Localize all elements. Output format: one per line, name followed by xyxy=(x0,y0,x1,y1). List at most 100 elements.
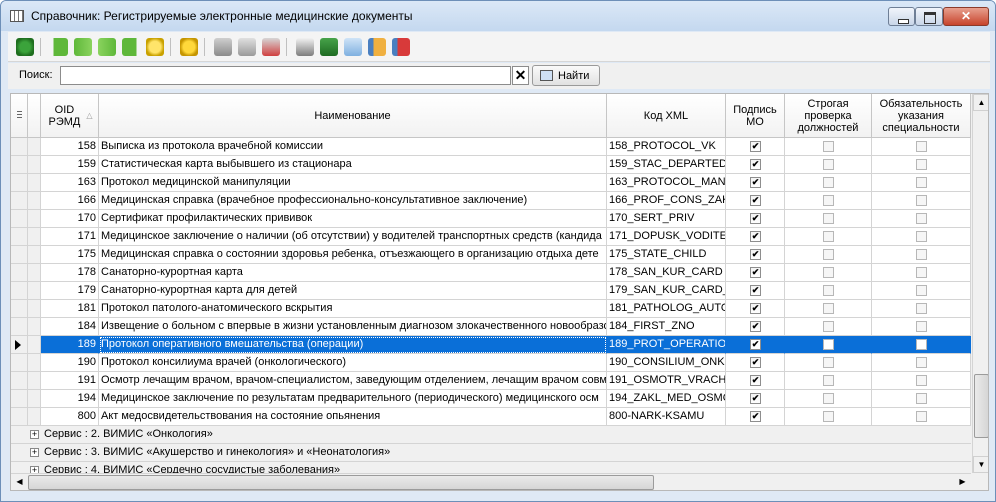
cell-code[interactable]: 175_STATE_CHILD xyxy=(607,246,726,264)
row-indicator[interactable] xyxy=(11,318,28,336)
group-row[interactable]: + Сервис : 2. ВИМИС «Онкология» xyxy=(11,426,971,444)
minimize-button[interactable] xyxy=(888,7,915,26)
row-indicator[interactable] xyxy=(11,156,28,174)
cell-oid[interactable]: 170 xyxy=(41,210,99,228)
table-row[interactable]: 170 Сертификат профилактических прививок 1… xyxy=(11,210,971,228)
cell-name[interactable]: Медицинское заключение по результатам пр… xyxy=(99,390,607,408)
column-header-sign[interactable]: Подпись МО xyxy=(726,94,785,138)
cell-code[interactable]: 189_PROT_OPERATION xyxy=(607,336,726,354)
cell-code[interactable]: 800-NARK-KSAMU xyxy=(607,408,726,426)
find-button[interactable]: Найти xyxy=(532,65,600,86)
cell-name[interactable]: Акт медосвидетельствования на состояние … xyxy=(99,408,607,426)
vertical-scrollbar[interactable]: ▲ ▼ xyxy=(972,94,988,473)
strict-checkbox[interactable] xyxy=(823,249,834,260)
row-indicator[interactable] xyxy=(11,228,28,246)
spec-checkbox[interactable] xyxy=(916,321,927,332)
cell-code[interactable]: 190_CONSILIUM_ONKO xyxy=(607,354,726,372)
strict-checkbox[interactable] xyxy=(823,231,834,242)
strict-checkbox[interactable] xyxy=(823,393,834,404)
row-indicator[interactable] xyxy=(11,300,28,318)
row-indicator[interactable] xyxy=(11,372,28,390)
spec-checkbox[interactable] xyxy=(916,303,927,314)
table-row[interactable]: 190 Протокол консилиума врачей (онкологич… xyxy=(11,354,971,372)
cell-oid[interactable]: 190 xyxy=(41,354,99,372)
table-row[interactable]: 163 Протокол медицинской манипуляции 163_P… xyxy=(11,174,971,192)
strict-checkbox[interactable] xyxy=(823,375,834,386)
sign-checkbox[interactable] xyxy=(750,339,761,350)
table-row[interactable]: 171 Медицинское заключение о наличии (об … xyxy=(11,228,971,246)
cell-code[interactable]: 171_DOPUSK_VODITEL xyxy=(607,228,726,246)
spec-checkbox[interactable] xyxy=(916,195,927,206)
cell-oid[interactable]: 163 xyxy=(41,174,99,192)
column-header-spec[interactable]: Обязательность указания специальности xyxy=(872,94,971,138)
strict-checkbox[interactable] xyxy=(823,339,834,350)
table-row[interactable]: 181 Протокол патолого-анатомического вскр… xyxy=(11,300,971,318)
title-bar[interactable]: Справочник: Регистрируемые электронные м… xyxy=(1,1,995,31)
cell-oid[interactable]: 171 xyxy=(41,228,99,246)
spec-checkbox[interactable] xyxy=(916,213,927,224)
horizontal-scrollbar[interactable]: ◀ ▶ xyxy=(11,473,971,490)
sign-checkbox[interactable] xyxy=(750,285,761,296)
expand-plus-icon[interactable]: + xyxy=(30,430,39,439)
cell-name[interactable]: Санаторно-курортная карта xyxy=(99,264,607,282)
cell-name[interactable]: Протокол оперативного вмешательства (опе… xyxy=(99,336,607,354)
cell-name[interactable]: Санаторно-курортная карта для детей xyxy=(99,282,607,300)
table-row[interactable]: 189 Протокол оперативного вмешательства (… xyxy=(11,336,971,354)
sign-checkbox[interactable] xyxy=(750,375,761,386)
cell-name[interactable]: Медицинское заключение о наличии (об отс… xyxy=(99,228,607,246)
row-indicator[interactable] xyxy=(11,390,28,408)
cell-oid[interactable]: 800 xyxy=(41,408,99,426)
cell-name[interactable]: Осмотр лечащим врачом, врачом-специалист… xyxy=(99,372,607,390)
strict-checkbox[interactable] xyxy=(823,321,834,332)
row-indicator[interactable] xyxy=(11,192,28,210)
strict-checkbox[interactable] xyxy=(823,357,834,368)
cell-oid[interactable]: 178 xyxy=(41,264,99,282)
search-input[interactable] xyxy=(60,66,511,85)
table-row[interactable]: 184 Извещение о больном с впервые в жизни… xyxy=(11,318,971,336)
spec-checkbox[interactable] xyxy=(916,393,927,404)
filter-icon[interactable] xyxy=(214,38,232,56)
table-row[interactable]: 178 Санаторно-курортная карта 178_SAN_KUR_… xyxy=(11,264,971,282)
sign-checkbox[interactable] xyxy=(750,195,761,206)
table-row[interactable]: 194 Медицинское заключение по результатам… xyxy=(11,390,971,408)
column-header-oid[interactable]: OID РЭМД △ xyxy=(41,94,99,138)
table-row[interactable]: 179 Санаторно-курортная карта для детей 17… xyxy=(11,282,971,300)
cell-name[interactable]: Медицинская справка (врачебное профессио… xyxy=(99,192,607,210)
cell-name[interactable]: Извещение о больном с впервые в жизни ус… xyxy=(99,318,607,336)
spec-checkbox[interactable] xyxy=(916,177,927,188)
cell-code[interactable]: 179_SAN_KUR_CARD_D xyxy=(607,282,726,300)
cell-oid[interactable]: 179 xyxy=(41,282,99,300)
cell-name[interactable]: Протокол медицинской манипуляции xyxy=(99,174,607,192)
cell-oid[interactable]: 166 xyxy=(41,192,99,210)
table-row[interactable]: 166 Медицинская справка (врачебное профес… xyxy=(11,192,971,210)
cell-name[interactable]: Протокол консилиума врачей (онкологическ… xyxy=(99,354,607,372)
scroll-right-icon[interactable]: ▶ xyxy=(954,474,971,490)
table-row[interactable]: 158 Выписка из протокола врачебной комисс… xyxy=(11,138,971,156)
cell-code[interactable]: 181_PATHOLOG_AUTOF xyxy=(607,300,726,318)
horizontal-scroll-thumb[interactable] xyxy=(28,475,654,490)
sign-checkbox[interactable] xyxy=(750,213,761,224)
column-header-code[interactable]: Код XML xyxy=(607,94,726,138)
column-chooser-icon[interactable] xyxy=(11,94,28,138)
cell-oid[interactable]: 189 xyxy=(41,336,99,354)
spec-checkbox[interactable] xyxy=(916,159,927,170)
expand-plus-icon[interactable]: + xyxy=(30,448,39,457)
cell-oid[interactable]: 191 xyxy=(41,372,99,390)
strict-checkbox[interactable] xyxy=(823,411,834,422)
scroll-down-icon[interactable]: ▼ xyxy=(973,456,988,473)
maximize-button[interactable] xyxy=(915,7,943,26)
row-indicator[interactable] xyxy=(11,354,28,372)
sign-checkbox[interactable] xyxy=(750,357,761,368)
sign-checkbox[interactable] xyxy=(750,177,761,188)
cell-oid[interactable]: 158 xyxy=(41,138,99,156)
table-row[interactable]: 159 Статистическая карта выбывшего из ста… xyxy=(11,156,971,174)
sign-checkbox[interactable] xyxy=(750,231,761,242)
filter-clear-icon[interactable] xyxy=(262,38,280,56)
cell-code[interactable]: 178_SAN_KUR_CARD xyxy=(607,264,726,282)
first-record-icon[interactable] xyxy=(50,38,68,56)
row-indicator[interactable] xyxy=(11,408,28,426)
spec-checkbox[interactable] xyxy=(916,231,927,242)
sign-checkbox[interactable] xyxy=(750,393,761,404)
scroll-left-icon[interactable]: ◀ xyxy=(11,474,28,490)
prev-record-icon[interactable] xyxy=(74,38,92,56)
